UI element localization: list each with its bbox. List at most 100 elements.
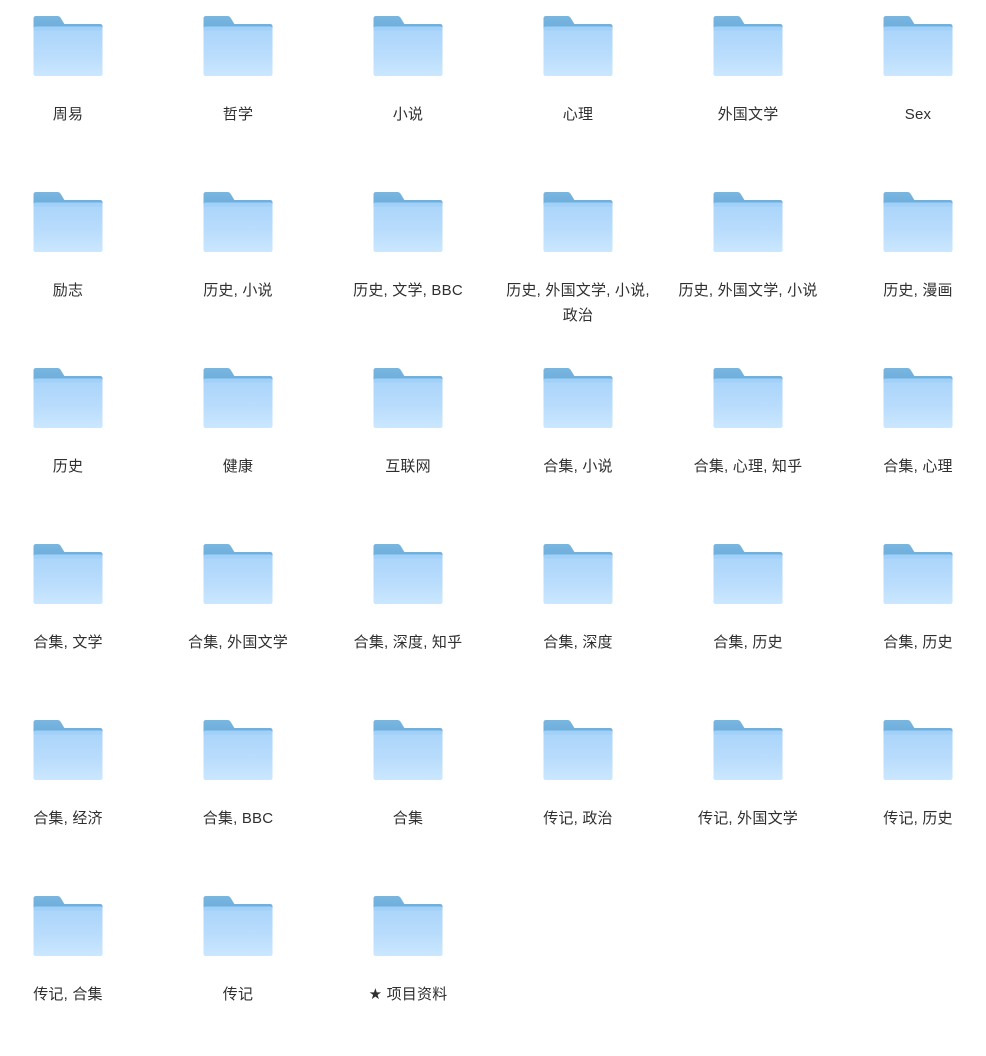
folder-item[interactable]: 合集, 外国文学 [153,528,323,655]
folder-item[interactable]: 传记, 合集 [0,880,153,1007]
folder-icon[interactable] [32,716,104,784]
folder-icon[interactable] [542,364,614,432]
folder-icon[interactable] [32,188,104,256]
folder-icon[interactable] [882,540,954,608]
folder-icon[interactable] [372,12,444,80]
folder-icon[interactable] [372,188,444,256]
folder-label: 周易 [52,106,84,123]
folder-label: 哲学 [222,106,254,123]
folder-item[interactable]: 历史, 漫画 [833,176,986,303]
folder-item[interactable]: 传记, 政治 [493,704,663,831]
folder-icon[interactable] [712,364,784,432]
folder-label: 历史, 外国文学, 小说 [678,282,818,299]
folder-label: 合集, 小说 [543,458,613,475]
folder-icon[interactable] [202,188,274,256]
folder-item[interactable]: 励志 [0,176,153,303]
folder-item[interactable]: 合集, 深度, 知乎 [323,528,493,655]
folder-label: 合集, 心理 [883,458,953,475]
folder-icon[interactable] [202,12,274,80]
folder-item[interactable]: 传记 [153,880,323,1007]
folder-icon[interactable] [542,540,614,608]
folder-icon[interactable] [542,716,614,784]
folder-item[interactable]: 合集, 深度 [493,528,663,655]
folder-row: 合集, 经济 合集, BBC 合集 传记, 政治 传记, 外国文学 传记, 历史 [0,704,986,880]
folder-row: 合集, 文学 合集, 外国文学 合集, 深度, 知乎 合集, 深度 合集, 历史… [0,528,986,704]
folder-label: 心理 [562,106,594,123]
folder-label: ★ 项目资料 [368,986,448,1003]
folder-label: 传记, 合集 [33,986,103,1003]
folder-label: 历史, 小说 [203,282,273,299]
folder-item[interactable]: 合集, 文学 [0,528,153,655]
folder-item[interactable]: 合集, 心理, 知乎 [663,352,833,479]
folder-icon[interactable] [32,540,104,608]
folder-icon[interactable] [712,188,784,256]
folder-label: 合集, 外国文学 [188,634,288,651]
folder-label: 历史, 外国文学, 小说, 政治 [506,282,650,324]
folder-label: 外国文学 [717,106,779,123]
folder-label: 合集, BBC [202,810,274,827]
folder-label: 合集, 历史 [883,634,953,651]
folder-item[interactable]: Sex [833,0,986,127]
folder-item[interactable]: 外国文学 [663,0,833,127]
folder-label: 健康 [222,458,254,475]
folder-icon[interactable] [542,188,614,256]
folder-item[interactable]: 合集, 历史 [663,528,833,655]
folder-item[interactable]: 合集, 历史 [833,528,986,655]
folder-icon[interactable] [202,540,274,608]
folder-icon[interactable] [882,716,954,784]
folder-label: 小说 [392,106,424,123]
folder-label: 合集, 经济 [33,810,103,827]
folder-label: 合集, 心理, 知乎 [693,458,803,475]
folder-icon[interactable] [712,540,784,608]
folder-icon[interactable] [882,364,954,432]
folder-label: 合集, 深度 [543,634,613,651]
folder-grid: 周易 哲学 小说 心理 外国文学 Sex 励志 历史, 小说 历史, 文学, B… [0,0,986,1043]
folder-item[interactable]: 哲学 [153,0,323,127]
folder-item[interactable]: 历史, 外国文学, 小说 [663,176,833,303]
folder-item[interactable]: 合集, 心理 [833,352,986,479]
folder-item[interactable]: 心理 [493,0,663,127]
folder-label: 传记, 历史 [883,810,953,827]
folder-icon[interactable] [32,364,104,432]
folder-item[interactable]: 合集, BBC [153,704,323,831]
folder-label: 历史, 漫画 [883,282,953,299]
folder-item[interactable]: 历史, 外国文学, 小说, 政治 [493,176,663,328]
folder-item[interactable]: 传记, 外国文学 [663,704,833,831]
folder-label: 传记, 政治 [543,810,613,827]
folder-icon[interactable] [712,12,784,80]
folder-icon[interactable] [202,364,274,432]
folder-row: 传记, 合集 传记 ★ 项目资料 [0,880,986,1056]
folder-icon[interactable] [32,12,104,80]
folder-item[interactable]: 历史, 文学, BBC [323,176,493,303]
folder-icon[interactable] [882,12,954,80]
folder-icon[interactable] [32,892,104,960]
folder-item[interactable]: 传记, 历史 [833,704,986,831]
folder-item[interactable]: 合集, 小说 [493,352,663,479]
folder-row: 历史 健康 互联网 合集, 小说 合集, 心理, 知乎 合集, 心理 [0,352,986,528]
folder-label: 合集, 深度, 知乎 [353,634,463,651]
folder-label: 励志 [52,282,84,299]
folder-item[interactable]: 小说 [323,0,493,127]
folder-icon[interactable] [372,716,444,784]
folder-item[interactable]: 互联网 [323,352,493,479]
folder-item[interactable]: 合集 [323,704,493,831]
folder-item[interactable]: 历史 [0,352,153,479]
folder-icon[interactable] [372,540,444,608]
folder-row: 励志 历史, 小说 历史, 文学, BBC 历史, 外国文学, 小说, 政治 历… [0,176,986,352]
folder-label: 合集, 文学 [33,634,103,651]
folder-icon[interactable] [882,188,954,256]
folder-icon[interactable] [202,892,274,960]
folder-label: 传记 [222,986,254,1003]
folder-icon[interactable] [542,12,614,80]
folder-item[interactable]: 历史, 小说 [153,176,323,303]
folder-item[interactable]: 健康 [153,352,323,479]
folder-icon[interactable] [712,716,784,784]
folder-label: 互联网 [385,458,431,475]
folder-icon[interactable] [202,716,274,784]
folder-label: 传记, 外国文学 [698,810,798,827]
folder-icon[interactable] [372,892,444,960]
folder-item[interactable]: 合集, 经济 [0,704,153,831]
folder-item[interactable]: ★ 项目资料 [323,880,493,1007]
folder-item[interactable]: 周易 [0,0,153,127]
folder-icon[interactable] [372,364,444,432]
